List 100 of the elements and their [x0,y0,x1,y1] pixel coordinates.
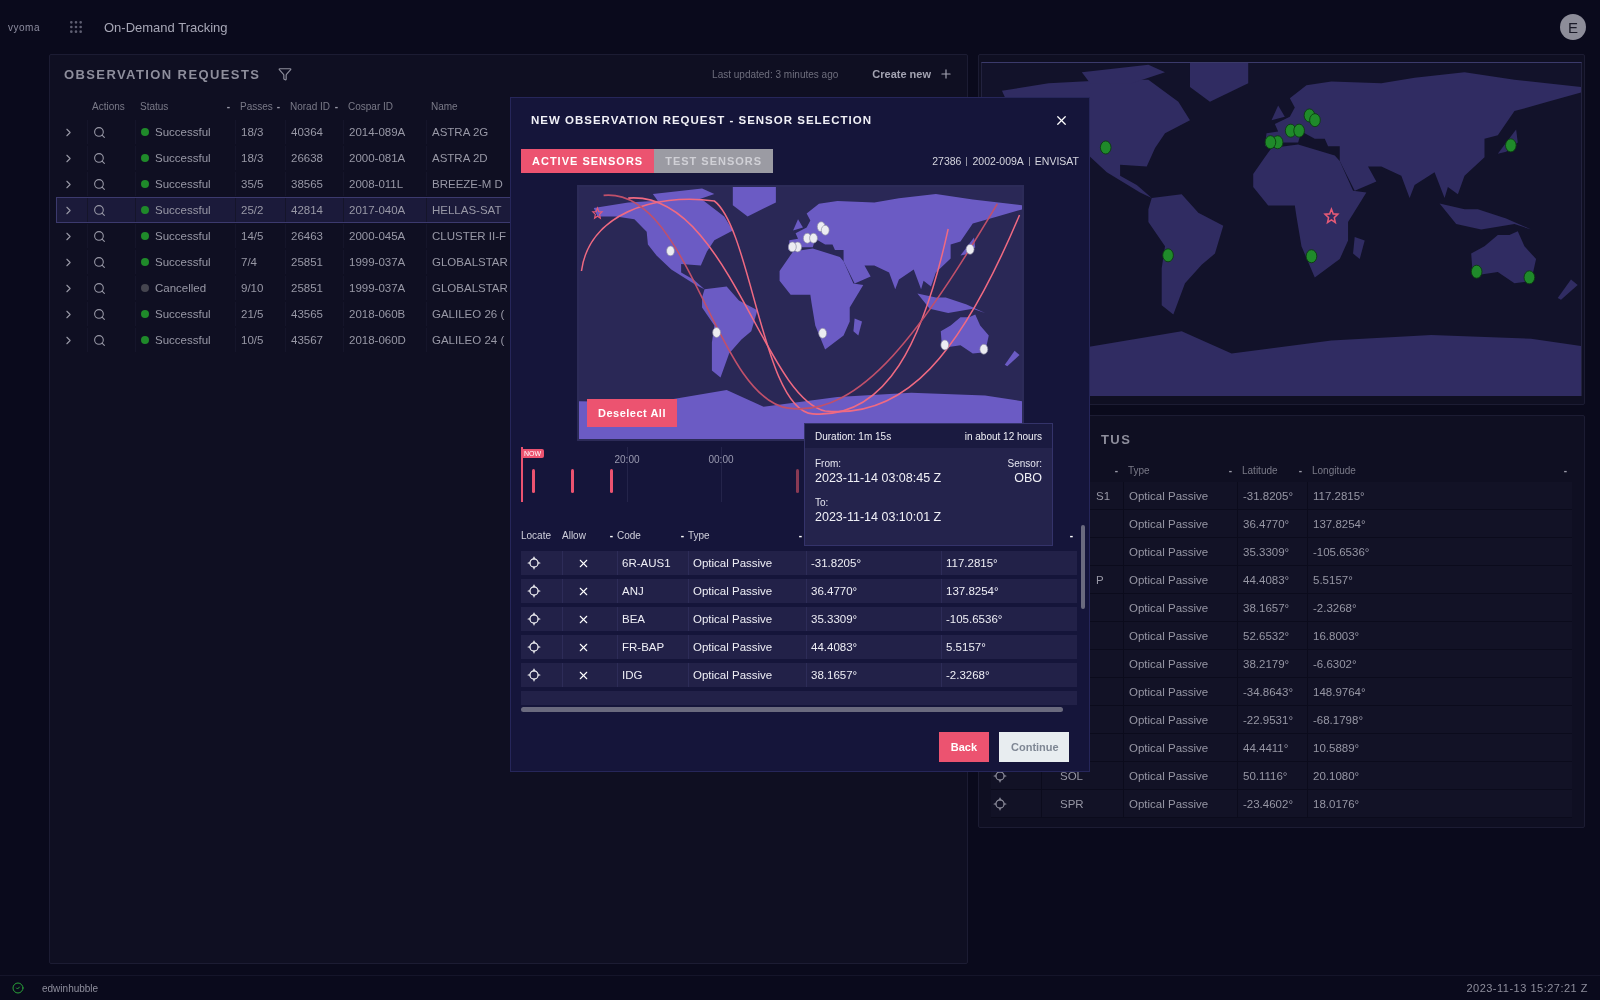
table-cell: IDG [617,663,688,687]
table-cell: Optical Passive [688,579,806,603]
search-icon[interactable] [93,229,106,243]
sensor-dot[interactable] [1523,270,1536,285]
sort-indicator[interactable]: - [1298,464,1302,476]
scrollbar[interactable] [1081,525,1085,609]
sort-indicator[interactable]: - [1114,464,1118,476]
table-cell: 43567 [285,328,343,352]
search-icon[interactable] [93,255,106,269]
column-header[interactable]: Status - [135,94,235,118]
object-info: 27386 [932,155,962,167]
sensor-dot[interactable] [1305,249,1318,264]
sensor-row[interactable]: ANJ Optical Passive 36.4770° 137.8254° [521,579,1077,603]
column-header[interactable]: Type - [688,525,806,545]
sensor-dot[interactable] [1099,140,1112,155]
search-icon[interactable] [93,177,106,191]
user-name: edwinhubble [42,982,99,994]
sort-indicator[interactable]: - [334,100,338,112]
sensor-dot[interactable] [818,328,827,339]
sort-indicator[interactable]: - [226,100,230,112]
to-time: 2023-11-14 03:10:01 Z [815,510,943,524]
table-cell: 10.5889° [1307,734,1572,761]
sensor-dot[interactable] [1505,138,1517,153]
pass-marker[interactable] [796,469,799,493]
sensor-dot[interactable] [820,225,830,236]
user-avatar[interactable]: E [1560,14,1586,40]
column-header[interactable]: Allow - [562,525,617,545]
filter-icon[interactable] [278,67,293,81]
locate-icon[interactable] [527,668,541,682]
locate-icon[interactable] [527,612,541,626]
search-icon[interactable] [93,307,106,321]
sensor-dot[interactable] [712,327,721,338]
column-header[interactable]: Actions [87,94,135,118]
search-icon[interactable] [93,203,106,217]
table-cell: Optical Passive [1123,594,1237,621]
landmass [1557,279,1578,300]
locate-icon[interactable] [527,640,541,654]
column-header[interactable]: Latitude - [1237,458,1307,482]
sensor-dot[interactable] [940,339,950,351]
sensor-code: S1 [1096,489,1111,502]
table-cell: 35.3309° [1237,538,1307,565]
column-header[interactable]: Code - [617,525,688,545]
sensor-label: Sensor: [1007,458,1042,469]
sensor-dot[interactable] [809,232,818,244]
sensor-row[interactable]: FR-BAP Optical Passive 44.4083° 5.5157° [521,635,1077,659]
sensor-dot[interactable] [1162,248,1174,263]
star-icon [1323,206,1340,225]
table-cell: 35/5 [235,172,285,196]
table-cell: FR-BAP [617,635,688,659]
table-cell: 44.4083° [806,635,941,659]
sensor-dot[interactable] [965,244,975,255]
logo[interactable]: vyoma [8,21,48,33]
table-cell: -68.1798° [1307,706,1572,733]
sensor-dot[interactable] [1309,113,1321,128]
locate-icon[interactable] [527,584,541,598]
sensor-dot[interactable] [1470,264,1483,279]
sensor-row[interactable]: IDG Optical Passive 38.1657° -2.3268° [521,663,1077,687]
locate-icon[interactable] [527,556,541,570]
pass-marker[interactable] [532,469,535,493]
table-cell: Optical Passive [1123,622,1237,649]
column-header[interactable]: Locate [521,525,562,545]
pass-marker[interactable] [610,469,613,493]
table-cell: 117.2815° [1307,482,1572,509]
apps-grid-icon[interactable] [68,19,84,35]
sensor-dot[interactable] [803,232,812,244]
sensor-row[interactable]: SOL Optical Passive 50.1116° 20.1080° [991,762,1572,790]
sensor-dot[interactable] [1264,135,1277,150]
sort-indicator[interactable]: - [1563,464,1567,476]
table-cell: 2000-081A [343,146,426,170]
sensor-row[interactable]: BEA Optical Passive 35.3309° -105.6536° [521,607,1077,631]
eta-text: in about 12 hours [964,430,1042,442]
sort-indicator[interactable]: - [1228,464,1232,476]
table-cell: 14/5 [235,224,285,248]
pass-marker[interactable] [571,469,574,493]
column-header[interactable]: Norad ID - [285,94,343,118]
column-header[interactable]: Longitude - [1307,458,1572,482]
sensor-dot[interactable] [1293,123,1305,138]
locate-icon[interactable] [993,796,1007,811]
table-cell: 18.0176° [1307,790,1572,817]
sensor-dot[interactable] [979,343,989,355]
scrollbar[interactable] [521,707,1063,712]
create-new-link[interactable]: Create new [872,67,953,81]
status-text: Successful [155,256,211,268]
search-icon[interactable] [93,151,106,165]
column-header[interactable]: Type - [1123,458,1237,482]
sensor-dot[interactable] [666,245,675,257]
sort-indicator[interactable]: - [276,100,280,112]
search-icon[interactable] [93,281,106,295]
sensor-row[interactable]: 6R-AUS1 Optical Passive -31.8205° 117.2815° [521,551,1077,575]
table-cell: 36.4770° [806,579,941,603]
column-header[interactable]: Passes - [235,94,285,118]
search-icon[interactable] [93,333,106,347]
time-tick: 00:00 [708,454,734,465]
table-cell: Optical Passive [1123,706,1237,733]
sensor-dot[interactable] [788,241,797,253]
table-cell: Optical Passive [1123,650,1237,677]
table-cell: 7/4 [235,250,285,274]
search-icon[interactable] [93,125,106,139]
column-header[interactable]: Cospar ID [343,94,426,118]
sensor-row[interactable]: SPR Optical Passive -23.4602° 18.0176° [991,790,1572,818]
